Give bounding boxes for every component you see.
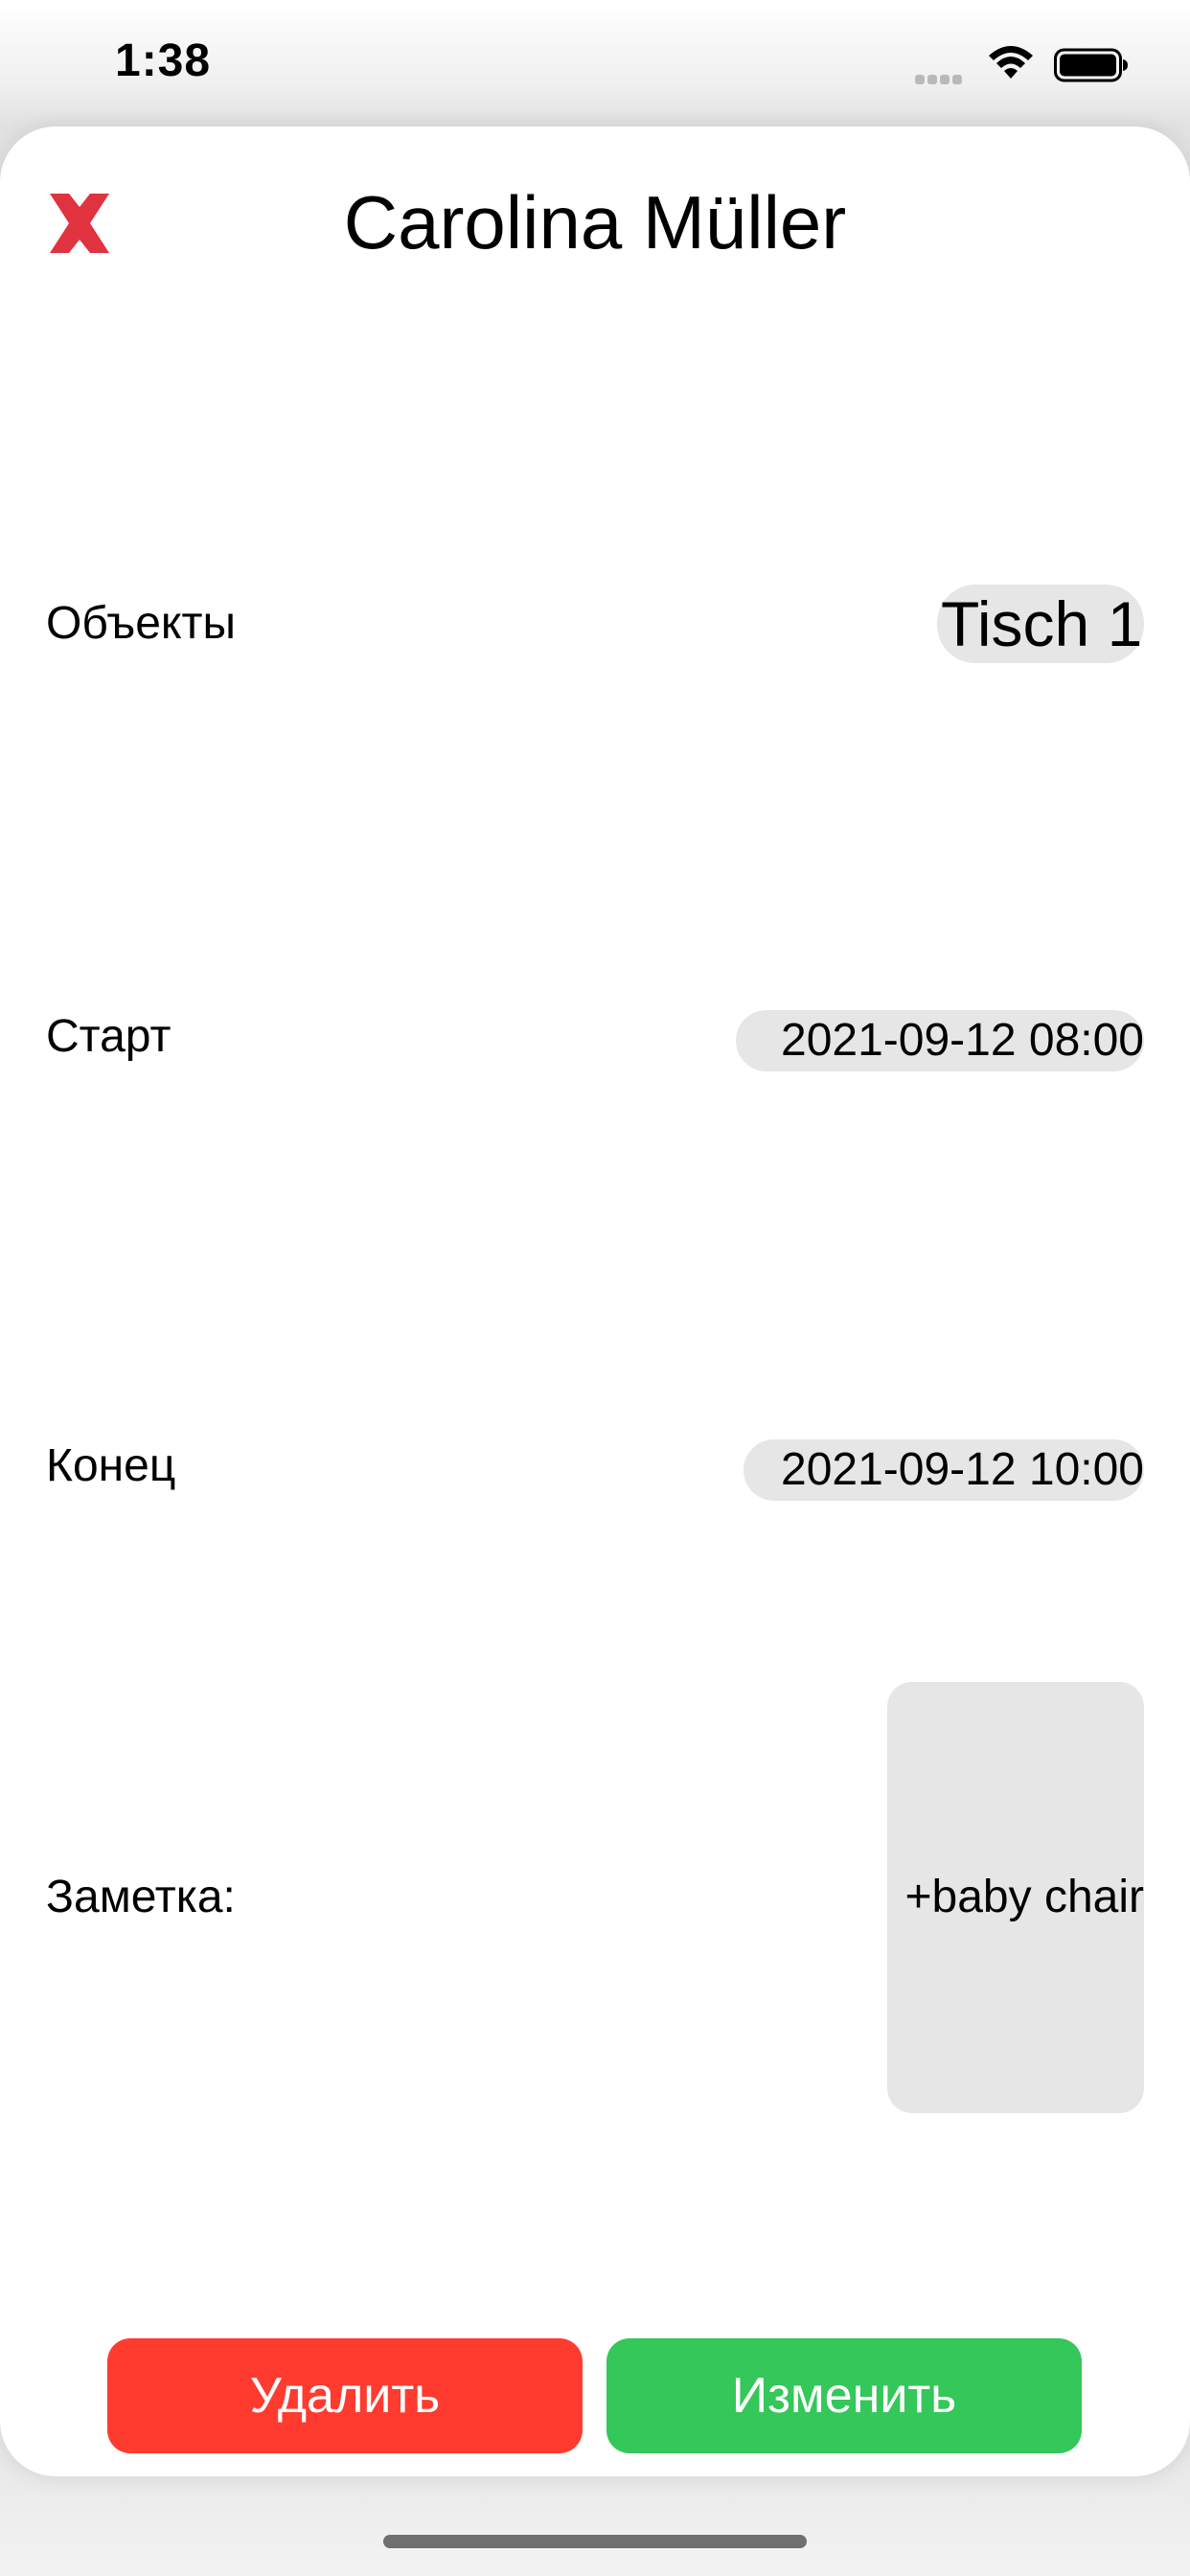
start-label: Старт <box>46 1011 172 1062</box>
status-bar: 1:38 <box>0 0 1190 126</box>
close-icon[interactable] <box>40 184 119 263</box>
reservation-sheet: Carolina Müller Объекты Tisch 1 Старт 20… <box>0 126 1190 2476</box>
wifi-icon <box>989 46 1033 79</box>
cellular-signal-icon <box>915 72 969 84</box>
objects-label: Объекты <box>46 598 236 649</box>
status-time: 1:38 <box>115 35 212 86</box>
screen: 1:38 Carolina Müller Объекты Tisch 1 Ста… <box>0 0 1190 2576</box>
start-datetime-pill[interactable]: 2021-09-12 08:00 <box>736 1010 1144 1071</box>
objects-value-pill[interactable]: Tisch 1 <box>937 585 1144 663</box>
end-label: Конец <box>46 1440 176 1491</box>
battery-icon <box>1054 48 1128 82</box>
end-datetime-pill[interactable]: 2021-09-12 10:00 <box>744 1439 1144 1501</box>
note-field[interactable]: +baby chair <box>887 1682 1144 2113</box>
note-text: +baby chair <box>904 1872 1145 1922</box>
page-title: Carolina Müller <box>343 180 847 264</box>
edit-button[interactable]: Изменить <box>606 2338 1082 2453</box>
note-label: Заметка: <box>46 1872 236 1922</box>
delete-button[interactable]: Удалить <box>107 2338 583 2453</box>
home-indicator <box>383 2535 807 2548</box>
